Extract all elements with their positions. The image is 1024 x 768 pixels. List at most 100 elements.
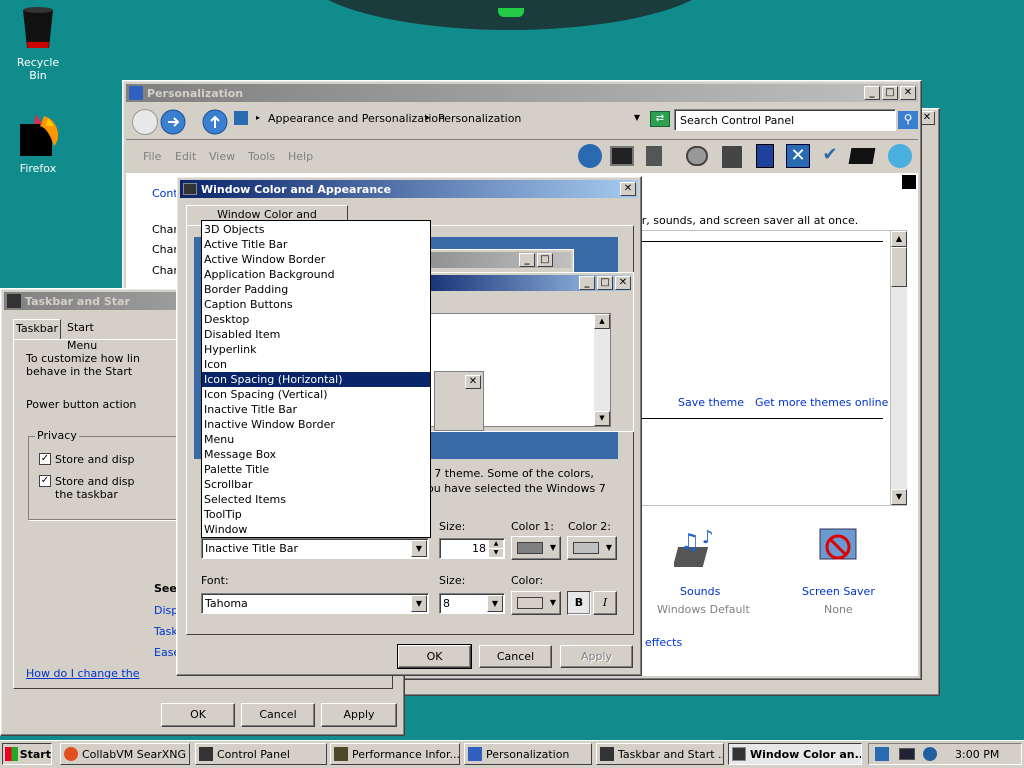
- cancel-button[interactable]: Cancel: [241, 703, 315, 727]
- bold-button[interactable]: B: [567, 591, 591, 615]
- item-list-option[interactable]: Palette Title: [202, 462, 430, 477]
- breadcrumb-personalization[interactable]: Personalization: [438, 112, 521, 125]
- tab-start-menu[interactable]: Start Menu: [63, 319, 127, 352]
- ok-button[interactable]: OK: [397, 644, 472, 669]
- ok-button[interactable]: OK: [161, 703, 235, 727]
- item-list-option[interactable]: Window: [202, 522, 430, 537]
- item-list-option[interactable]: ToolTip: [202, 507, 430, 522]
- theme-scrollbar[interactable]: ▲ ▼: [890, 231, 907, 505]
- chevron-down-icon[interactable]: ▼: [411, 595, 427, 612]
- help-icon[interactable]: [902, 175, 916, 189]
- toolbar-document-icon[interactable]: [756, 144, 774, 168]
- menu-help[interactable]: Help: [288, 150, 313, 163]
- cp-left-text[interactable]: Cont: [152, 187, 178, 200]
- sounds-icon[interactable]: ♫ ♪: [674, 525, 724, 575]
- item-list-option[interactable]: Scrollbar: [202, 477, 430, 492]
- item-list-option[interactable]: Selected Items: [202, 492, 430, 507]
- item-list-option[interactable]: Active Window Border: [202, 252, 430, 267]
- toolbar-up-icon[interactable]: [578, 144, 602, 168]
- chevron-down-icon[interactable]: ▼: [411, 540, 427, 557]
- screen-saver-label[interactable]: Screen Saver: [802, 585, 875, 598]
- help-link[interactable]: How do I change the: [26, 667, 139, 680]
- sounds-label[interactable]: Sounds: [680, 585, 720, 598]
- toolbar-check-icon[interactable]: ✔: [820, 144, 840, 168]
- menu-tools[interactable]: Tools: [248, 150, 275, 163]
- font-color-picker[interactable]: ▼: [511, 591, 561, 615]
- item-list-option[interactable]: Hyperlink: [202, 342, 430, 357]
- save-theme-link[interactable]: Save theme: [678, 396, 744, 409]
- item-list-option[interactable]: Icon: [202, 357, 430, 372]
- chevron-down-icon[interactable]: ▼: [487, 595, 503, 612]
- menu-file[interactable]: File: [143, 150, 161, 163]
- volume-icon[interactable]: [923, 747, 937, 761]
- taskbar-link[interactable]: Task: [154, 625, 178, 638]
- toolbar-cabinet-icon[interactable]: [646, 146, 662, 166]
- task-taskbar-start[interactable]: Taskbar and Start ...: [596, 743, 724, 765]
- item-list-option[interactable]: Caption Buttons: [202, 297, 430, 312]
- item-list-option[interactable]: Desktop: [202, 312, 430, 327]
- get-more-themes-link[interactable]: Get more themes online: [755, 396, 888, 409]
- network-icon[interactable]: [875, 747, 889, 761]
- toolbar-monitor-icon[interactable]: [610, 146, 634, 166]
- item-list-option[interactable]: Border Padding: [202, 282, 430, 297]
- task-collabvm[interactable]: CollabVM SearXNG ...: [60, 743, 190, 765]
- toolbar-copy-icon[interactable]: [722, 146, 742, 168]
- scroll-up-arrow[interactable]: ▲: [891, 231, 907, 247]
- item-list-option[interactable]: Disabled Item: [202, 327, 430, 342]
- item-list-option[interactable]: Menu: [202, 432, 430, 447]
- refresh-icon[interactable]: ⇄: [650, 111, 670, 127]
- item-dropdown-list[interactable]: 3D Objects Active Title Bar Active Window …: [201, 220, 431, 538]
- apply-button[interactable]: Apply: [560, 645, 633, 668]
- privacy-checkbox-1[interactable]: ✓: [39, 453, 51, 465]
- search-icon[interactable]: ⚲: [898, 111, 918, 129]
- item-list-option[interactable]: Inactive Window Border: [202, 417, 430, 432]
- cancel-button[interactable]: Cancel: [479, 645, 552, 668]
- personalization-titlebar[interactable]: Personalization _ □ ✕: [126, 84, 918, 102]
- spinner-down-icon[interactable]: ▼: [489, 549, 503, 557]
- minimize-button[interactable]: _: [864, 86, 880, 100]
- item-list-option[interactable]: Application Background: [202, 267, 430, 282]
- spinner-up-icon[interactable]: ▲: [489, 540, 503, 548]
- tab-taskbar[interactable]: Taskbar: [13, 319, 61, 339]
- back-button[interactable]: [132, 109, 158, 135]
- item-list-option[interactable]: Icon Spacing (Vertical): [202, 387, 430, 402]
- close-button[interactable]: ✕: [620, 182, 636, 196]
- screen-saver-icon[interactable]: [814, 525, 862, 573]
- item-list-option[interactable]: Inactive Title Bar: [202, 402, 430, 417]
- item-list-option[interactable]: Active Title Bar: [202, 237, 430, 252]
- desktop-icon-recycle-bin[interactable]: Recycle Bin: [8, 6, 68, 82]
- close-button[interactable]: ✕: [900, 86, 916, 100]
- breadcrumb-appearance[interactable]: Appearance and Personalization: [268, 112, 445, 125]
- toolbar-delete-icon[interactable]: ✕: [786, 144, 810, 168]
- privacy-checkbox-2[interactable]: ✓: [39, 475, 51, 487]
- toolbar-camera-icon[interactable]: [686, 146, 708, 166]
- search-input[interactable]: Search Control Panel: [674, 109, 896, 131]
- scroll-down-arrow[interactable]: ▼: [891, 489, 907, 505]
- task-control-panel[interactable]: Control Panel: [195, 743, 327, 765]
- maximize-button[interactable]: □: [882, 86, 898, 100]
- font-size-dropdown[interactable]: 8 ▼: [439, 593, 505, 614]
- address-dropdown-icon[interactable]: ▼: [634, 113, 640, 122]
- task-personalization[interactable]: Personalization: [464, 743, 592, 765]
- apply-button[interactable]: Apply: [321, 703, 397, 727]
- color2-picker[interactable]: ▼: [567, 536, 617, 560]
- forward-icon[interactable]: [160, 109, 186, 135]
- item-dropdown[interactable]: Inactive Title Bar ▼: [201, 538, 429, 559]
- item-list-option[interactable]: Message Box: [202, 447, 430, 462]
- start-button[interactable]: Start: [2, 743, 52, 765]
- italic-button[interactable]: I: [593, 591, 617, 615]
- font-dropdown[interactable]: Tahoma ▼: [201, 593, 429, 614]
- scroll-thumb[interactable]: [891, 247, 907, 287]
- address-bar[interactable]: ▸ Appearance and Personalization ▸ Perso…: [232, 109, 642, 131]
- up-icon[interactable]: [202, 109, 228, 135]
- menu-edit[interactable]: Edit: [175, 150, 196, 163]
- wca-titlebar[interactable]: Window Color and Appearance ✕: [180, 180, 638, 198]
- display-icon[interactable]: [899, 748, 915, 760]
- size-spinner[interactable]: 18 ▲ ▼: [439, 538, 505, 559]
- item-list-option[interactable]: Icon Spacing (Horizontal): [202, 372, 430, 387]
- task-performance[interactable]: Performance Infor...: [330, 743, 460, 765]
- toolbar-projector-icon[interactable]: [848, 148, 876, 164]
- desktop-icon-firefox[interactable]: Firefox: [8, 112, 68, 182]
- effects-link[interactable]: effects: [645, 636, 682, 649]
- task-window-color[interactable]: Window Color an...: [728, 743, 862, 765]
